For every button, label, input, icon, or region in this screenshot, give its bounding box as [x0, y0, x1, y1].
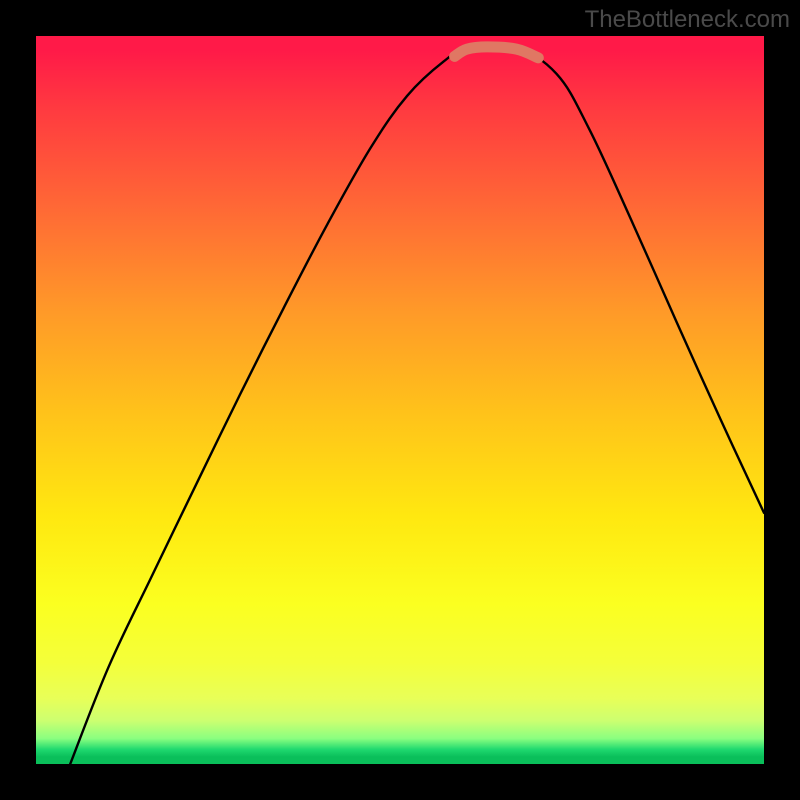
curve-line: [70, 47, 764, 764]
chart-svg: [36, 36, 764, 764]
highlight-segment: [455, 47, 539, 58]
plot-area: [36, 36, 764, 764]
watermark-text: TheBottleneck.com: [585, 6, 790, 34]
